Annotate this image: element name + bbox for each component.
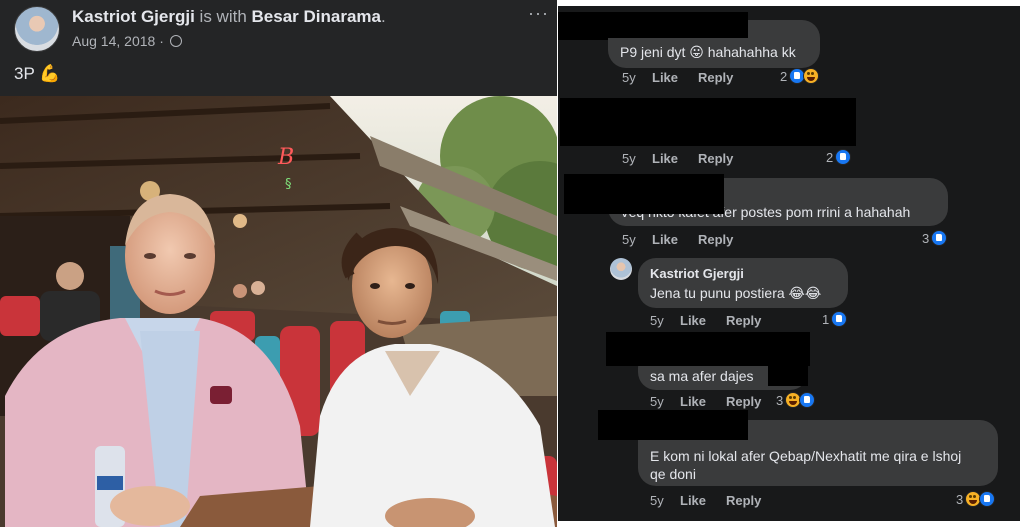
comment-actions: 5y Like Reply	[650, 313, 761, 328]
comment-text: Jena tu punu postiera 😂😂	[650, 285, 822, 301]
reaction-count: 1	[822, 311, 830, 327]
comment-text: P9 jeni dyt 😛 hahahahha kk	[620, 44, 796, 60]
redacted-name	[564, 174, 724, 214]
comment-actions: 5y Like Reply	[650, 394, 761, 409]
flexed-biceps-emoji: 💪	[39, 64, 61, 83]
reaction-count: 2	[826, 149, 834, 165]
reaction-count: 3	[776, 392, 784, 408]
reaction-count: 2	[780, 68, 788, 84]
post-timestamp: Aug 14, 2018 ·	[72, 33, 182, 49]
like-reaction-icon	[979, 491, 996, 507]
period: .	[380, 7, 386, 26]
tagged-name[interactable]: Besar Dinarama	[252, 7, 381, 26]
redacted-name	[608, 12, 748, 38]
svg-text:§: §	[285, 177, 292, 192]
redacted-name	[606, 332, 810, 366]
post-text-content: 3P	[14, 64, 35, 83]
redacted-text	[768, 366, 808, 386]
comments-panel: P9 jeni dyt 😛 hahahahha kk 5y Like Reply 2…	[558, 6, 1020, 521]
reaction-count: 3	[922, 230, 930, 246]
like-reaction-icon	[831, 311, 848, 327]
globe-icon	[169, 35, 182, 47]
commenter-name[interactable]: Kastriot Gjergji	[650, 266, 744, 281]
reply-button[interactable]: Reply	[698, 70, 733, 85]
like-button[interactable]: Like	[652, 70, 698, 85]
like-button[interactable]: Like	[680, 493, 726, 508]
like-button[interactable]: Like	[652, 151, 698, 166]
reply-button[interactable]: Reply	[726, 394, 761, 409]
dot-separator: ·	[159, 33, 164, 49]
comment-time[interactable]: 5y	[622, 151, 652, 166]
post-date[interactable]: Aug 14, 2018	[72, 33, 155, 49]
comment-actions: 5y Like Reply	[622, 232, 733, 247]
comment-actions: 5y Like Reply	[650, 493, 761, 508]
reaction-count: 3	[956, 491, 964, 507]
redacted-name	[598, 410, 748, 440]
comment-bubble: Kastriot Gjergji Jena tu punu postiera 😂…	[638, 258, 848, 308]
post-photo[interactable]: B §	[0, 96, 557, 527]
reaction-summary[interactable]: 3	[956, 491, 996, 507]
reaction-summary[interactable]: 3	[922, 230, 948, 246]
like-button[interactable]: Like	[652, 232, 698, 247]
author-avatar[interactable]	[14, 6, 60, 52]
like-reaction-icon	[931, 230, 948, 246]
comment-time[interactable]: 5y	[650, 493, 680, 508]
reaction-summary[interactable]: 1	[822, 311, 848, 327]
reply-button[interactable]: Reply	[698, 151, 733, 166]
author-name[interactable]: Kastriot Gjergji	[72, 7, 195, 26]
comment-actions: 5y Like Reply	[622, 151, 733, 166]
like-reaction-icon	[835, 149, 852, 165]
reaction-summary[interactable]: 3	[776, 392, 816, 408]
with-text: is with	[199, 7, 247, 26]
redacted-comment	[560, 98, 856, 146]
comment-time[interactable]: 5y	[622, 232, 652, 247]
svg-text:B: B	[277, 145, 294, 170]
like-button[interactable]: Like	[680, 394, 726, 409]
like-reaction-icon	[799, 392, 816, 408]
like-button[interactable]: Like	[680, 313, 726, 328]
commenter-avatar[interactable]	[610, 258, 632, 280]
post-text: 3P 💪	[14, 64, 60, 84]
more-icon[interactable]: ···	[528, 3, 549, 24]
reply-button[interactable]: Reply	[726, 313, 761, 328]
reply-button[interactable]: Reply	[698, 232, 733, 247]
comment-time[interactable]: 5y	[650, 313, 680, 328]
reaction-summary[interactable]: 2	[780, 68, 820, 84]
reaction-summary[interactable]: 2	[826, 149, 852, 165]
comment-text: sa ma afer dajes	[650, 368, 754, 384]
haha-reaction-icon	[803, 68, 820, 84]
comment-time[interactable]: 5y	[650, 394, 680, 409]
reply-button[interactable]: Reply	[726, 493, 761, 508]
post-header: Kastriot Gjergji is with Besar Dinarama.	[72, 7, 386, 27]
comment-text-line2: qe doni	[650, 466, 696, 482]
comment-text-line1: E kom ni lokal afer Qebap/Nexhatit me qi…	[650, 448, 962, 464]
comment-actions: 5y Like Reply	[622, 70, 733, 85]
facebook-post: Kastriot Gjergji is with Besar Dinarama.…	[0, 0, 557, 527]
comment-time[interactable]: 5y	[622, 70, 652, 85]
